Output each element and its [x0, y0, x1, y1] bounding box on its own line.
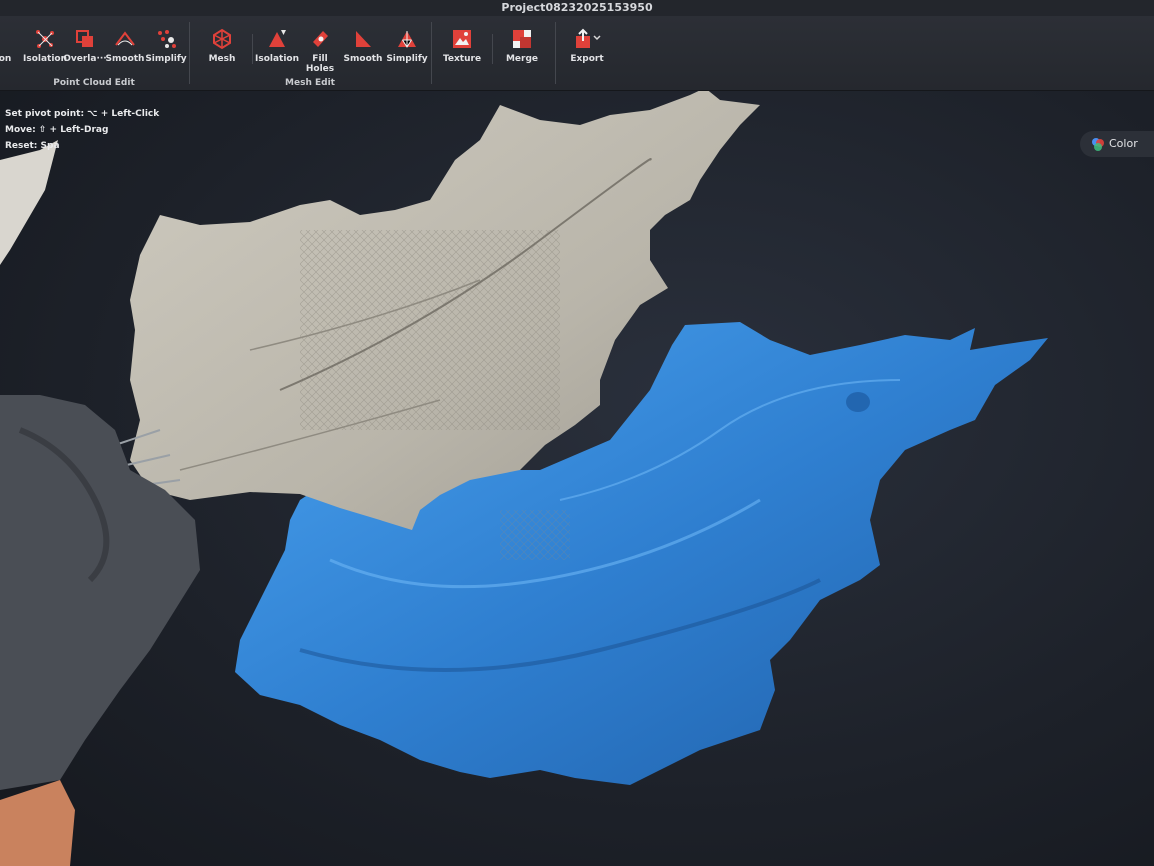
isolation-icon — [36, 30, 54, 48]
foreground-object — [0, 140, 58, 265]
export-group: Export — [556, 16, 636, 90]
hint-pivot: Set pivot point: ⌥ + Left-Click — [5, 109, 160, 119]
fill-holes-button[interactable]: Fill Holes — [297, 28, 343, 74]
hint-move: Move: ⇧ + Left-Drag — [5, 125, 109, 135]
mesh-edit-group: Mesh Isolation Fill Holes Smooth Simplif… — [190, 16, 430, 90]
mesh-button[interactable]: Mesh — [199, 28, 245, 64]
toolbar-divider — [252, 34, 253, 64]
simplify-icon — [158, 30, 176, 48]
navigation-hints: Set pivot point: ⌥ + Left-Click Move: ⇧ … — [5, 106, 159, 154]
point-cloud-edit-label: Point Cloud Edit — [53, 78, 135, 88]
smooth-icon — [356, 31, 371, 47]
texture-merge-group: Texture Merge — [432, 16, 554, 90]
mesh-simplify-button[interactable]: Simplify — [384, 28, 430, 64]
window-title: Project08232025153950 — [0, 0, 1154, 16]
mesh-edit-label: Mesh Edit — [285, 78, 335, 88]
merge-icon — [513, 30, 531, 48]
export-icon — [576, 28, 601, 48]
toolbar-divider — [492, 34, 493, 64]
mesh-icon — [213, 28, 231, 50]
color-mode-label: Color — [1109, 137, 1138, 150]
hint-reset: Reset: Spa — [5, 141, 60, 151]
color-palette-icon — [1092, 138, 1104, 151]
mesh-isolation-button[interactable]: Isolation — [254, 28, 300, 64]
texture-button[interactable]: Texture — [439, 28, 485, 64]
fill-holes-icon — [313, 31, 328, 47]
export-button[interactable]: Export — [564, 28, 610, 64]
scan-scene — [0, 91, 1048, 866]
texture-icon — [453, 30, 471, 48]
pc-smooth-button[interactable]: Smooth — [102, 28, 148, 64]
point-cloud-edit-group: on Isolation Overla··· Smooth Simplify P… — [0, 16, 188, 90]
chevron-down-icon — [593, 35, 601, 41]
pc-simplify-button[interactable]: Simplify — [143, 28, 189, 64]
toolbar: on Isolation Overla··· Smooth Simplify P… — [0, 16, 1154, 91]
color-mode-button[interactable]: Color — [1080, 131, 1154, 157]
smooth-icon — [115, 31, 135, 46]
mesh-smooth-button[interactable]: Smooth — [340, 28, 386, 64]
foreground-skin — [0, 780, 75, 866]
overlap-icon — [76, 30, 93, 47]
merge-button[interactable]: Merge — [499, 28, 545, 64]
simplify-icon — [398, 31, 416, 48]
isolation-icon — [269, 30, 286, 47]
